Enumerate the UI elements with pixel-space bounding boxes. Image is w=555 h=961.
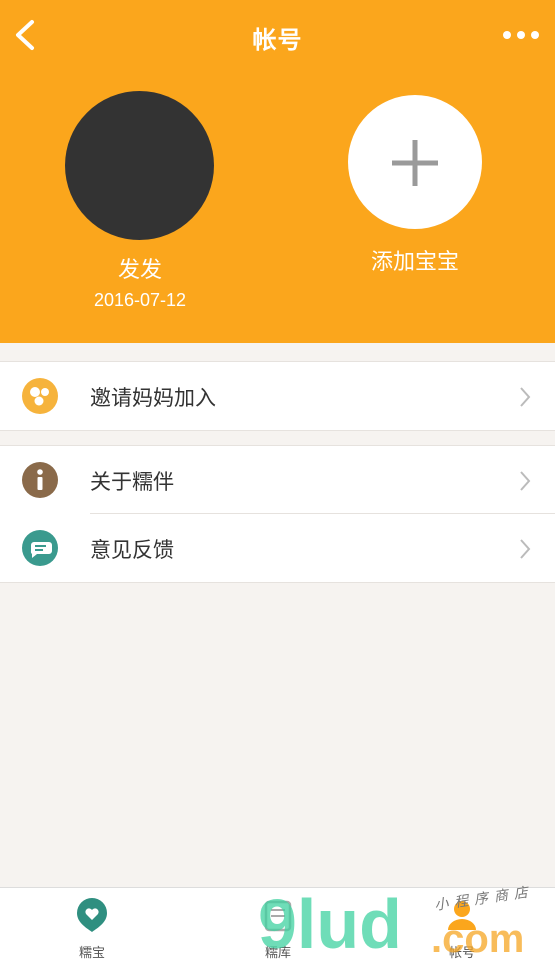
invite-icon [22,378,58,414]
menu-item-feedback[interactable]: 意见反馈 [0,514,555,582]
account-header: 帐号 发发 2016-07-12 添加宝宝 [0,0,555,343]
menu-item-invite[interactable]: 邀请妈妈加入 [0,362,555,430]
info-icon [22,462,58,498]
library-icon [264,900,292,932]
chevron-right-icon [520,387,531,407]
chevron-right-icon [520,539,531,559]
tab-account[interactable]: 帐号 [402,888,522,961]
menu-group-about: 关于糯伴 意见反馈 [0,445,555,583]
menu-item-label: 意见反馈 [90,539,174,562]
baby-avatar[interactable] [65,91,214,240]
plus-icon [392,140,438,186]
add-baby-button[interactable] [348,95,482,229]
baby-name: 发发 [117,257,162,282]
heart-pin-icon [77,898,107,932]
menu-item-about[interactable]: 关于糯伴 [0,446,555,514]
tab-label: 糯库 [264,945,291,960]
feedback-icon [22,530,58,566]
account-icon [448,901,476,930]
tab-nuobao[interactable]: 糯宝 [32,888,152,961]
tab-label: 糯宝 [78,945,105,960]
tab-nuoku[interactable]: 糯库 [218,888,338,961]
page-title: 帐号 [252,27,303,54]
bottom-tab-bar: 糯宝 糯库 帐号 [0,887,555,961]
chevron-right-icon [520,471,531,491]
more-options-icon[interactable] [501,22,541,48]
menu-item-label: 邀请妈妈加入 [90,387,216,410]
tab-label: 帐号 [448,945,475,960]
add-baby-label: 添加宝宝 [370,249,459,274]
menu-group-invite: 邀请妈妈加入 [0,361,555,431]
baby-birthdate: 2016-07-12 [93,290,187,310]
menu-item-label: 关于糯伴 [90,471,174,494]
